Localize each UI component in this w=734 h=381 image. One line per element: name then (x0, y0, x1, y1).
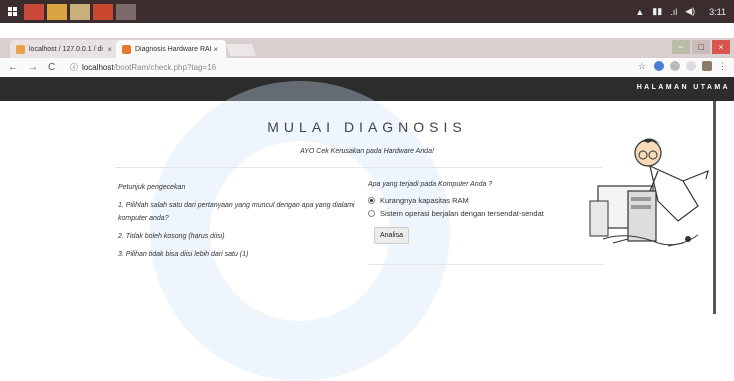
windows-start-icon[interactable] (5, 4, 21, 20)
tab-close-icon[interactable]: × (107, 45, 112, 54)
minimize-button[interactable]: − (672, 40, 690, 54)
page-favicon-icon (122, 44, 131, 54)
extension-gray-icon[interactable] (670, 61, 680, 71)
tray-clock[interactable]: 3:11 (709, 7, 726, 17)
taskbar-folder-icon[interactable] (70, 3, 90, 20)
option-ram-capacity[interactable]: Kurangnya kapasitas RAM (368, 194, 608, 206)
bookmark-star-icon[interactable]: ☆ (638, 61, 648, 71)
network-icon[interactable]: ▮▮ (652, 6, 662, 17)
technician-illustration (589, 138, 709, 247)
taskbar-chrome-icon[interactable] (47, 3, 67, 20)
tab-close-icon[interactable]: × (213, 45, 218, 54)
tab-label: Diagnosis Hardware RAI (135, 45, 212, 53)
browser-extension-icons: ☆ ⋮ (632, 61, 728, 71)
taskbar-app-icon[interactable] (24, 3, 44, 20)
tab-label: localhost / 127.0.0.1 / di (29, 45, 103, 53)
browser-tab-strip: localhost / 127.0.0.1 / di × Diagnosis H… (0, 38, 734, 58)
page-content: MULAI DIAGNOSIS AYO Cek Kerusakan pada H… (0, 81, 734, 381)
address-bar-row: ← → C ⓘ localhost/bootRam/check.php?tag=… (0, 58, 734, 78)
option-slow-os[interactable]: Sistem operasi berjalan dengan tersendat… (368, 207, 608, 219)
option-label: Sistem operasi berjalan dengan tersendat… (380, 208, 544, 218)
volume-icon[interactable]: ◀) (685, 6, 695, 17)
url-host: localhost (82, 63, 114, 72)
question-form: Apa yang terjadi pada Komputer Anda ? Ku… (368, 181, 608, 244)
signal-icon[interactable]: .ıl (670, 7, 677, 17)
tab-diagnosis[interactable]: Diagnosis Hardware RAI × (116, 40, 226, 58)
system-tray: ▲ ▮▮ .ıl ◀) 3:11 (635, 0, 734, 23)
extension-folder-icon[interactable] (702, 61, 712, 71)
info-icon[interactable]: ⓘ (70, 62, 78, 73)
url-field[interactable]: ⓘ localhost/bootRam/check.php?tag=16 (70, 62, 216, 73)
radio-button[interactable] (368, 209, 375, 217)
question-text: Apa yang terjadi pada Komputer Anda ? (368, 181, 493, 188)
extension-light-icon[interactable] (686, 61, 696, 71)
divider (368, 264, 603, 265)
instruction-item: 2. Tidak boleh kosong (harus diisi) (118, 233, 225, 240)
maximize-button[interactable]: □ (692, 40, 710, 54)
instruction-item: 3. Pilihan tidak bisa diisi lebih dari s… (118, 251, 249, 258)
analisa-button[interactable]: Analisa (374, 227, 409, 244)
instruction-item: 1. Pilihlah salah satu dari pertanyaan y… (118, 202, 355, 222)
taskbar-media-icon[interactable] (93, 3, 113, 20)
divider (115, 167, 602, 168)
new-tab-button[interactable] (225, 44, 257, 56)
reload-icon[interactable]: C (48, 62, 60, 73)
phpmyadmin-favicon-icon (16, 44, 25, 54)
close-window-button[interactable]: × (712, 40, 730, 54)
instructions-heading: Petunjuk pengecekan (118, 184, 186, 191)
option-label: Kurangnya kapasitas RAM (380, 195, 469, 205)
url-path: /bootRam/check.php?tag=16 (113, 63, 217, 72)
back-arrow-icon[interactable]: ← (8, 62, 20, 73)
tab-phpmyadmin[interactable]: localhost / 127.0.0.1 / di × (10, 40, 120, 58)
extension-blue-icon[interactable] (654, 61, 664, 71)
tray-chevron-icon[interactable]: ▲ (635, 7, 644, 17)
taskbar-paint-icon[interactable] (116, 3, 136, 20)
instructions-panel: Petunjuk pengecekan 1. Pilihlah salah sa… (118, 181, 363, 266)
window-controls: − □ × (670, 38, 730, 56)
menu-dots-icon[interactable]: ⋮ (718, 61, 728, 71)
home-link[interactable]: HALAMAN UTAMA (637, 84, 730, 91)
radio-button-checked[interactable] (368, 196, 375, 204)
windows-taskbar: ▲ ▮▮ .ıl ◀) 3:11 (0, 0, 734, 23)
page-right-edge (713, 101, 716, 314)
forward-arrow-icon[interactable]: → (28, 62, 40, 73)
